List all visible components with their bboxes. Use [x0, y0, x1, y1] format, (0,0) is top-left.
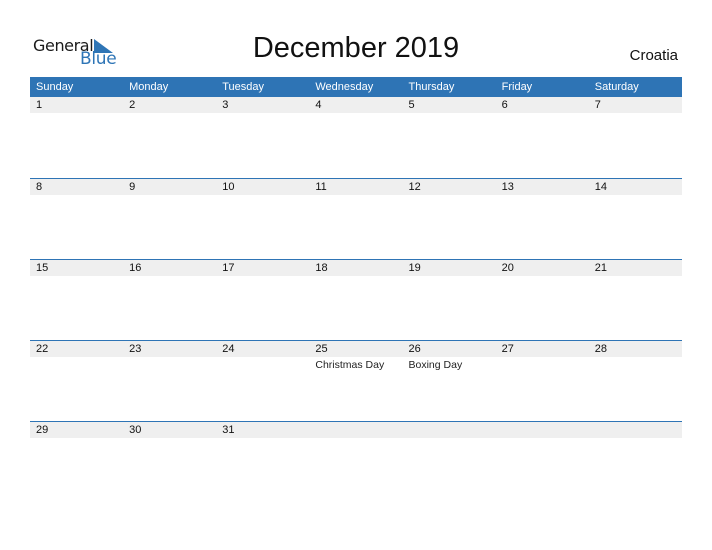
day-cell: 22 [30, 341, 123, 357]
day-number: 8 [36, 181, 43, 193]
day-number: 20 [501, 262, 514, 274]
day-cell: 12 [403, 179, 496, 195]
day-number: 25 [315, 343, 328, 355]
day-number: 16 [129, 262, 142, 274]
day-number: 4 [315, 99, 322, 111]
day-cell: 28 [589, 341, 682, 357]
calendar-grid: Sunday Monday Tuesday Wednesday Thursday… [30, 77, 682, 502]
date-row: 1 2 3 4 5 6 7 [30, 97, 682, 113]
day-cell: 31 [216, 422, 309, 438]
weekday-sunday: Sunday [36, 81, 74, 93]
week-row: 8 9 10 11 12 13 14 [30, 178, 682, 259]
weekday-friday: Friday [501, 81, 533, 93]
day-number: 30 [129, 424, 142, 436]
week-row: 15 16 17 18 19 20 21 [30, 259, 682, 340]
day-number: 18 [315, 262, 328, 274]
day-number: 14 [594, 181, 607, 193]
day-number: 13 [501, 181, 514, 193]
day-cell: 3 [216, 97, 309, 113]
country-label: Croatia [629, 47, 678, 64]
day-number: 24 [222, 343, 235, 355]
day-cell: 30 [123, 422, 216, 438]
date-row: 8 9 10 11 12 13 14 [30, 179, 682, 195]
day-cell: 13 [496, 179, 589, 195]
day-cell: 7 [589, 97, 682, 113]
day-cell: 17 [216, 260, 309, 276]
weekday-header: Sunday Monday Tuesday Wednesday Thursday… [30, 77, 682, 97]
day-cell: 29 [30, 422, 123, 438]
day-number: 29 [36, 424, 49, 436]
week-row: 22 23 24 25 Christmas Day 26 Boxing Day 27 28 [30, 340, 682, 421]
day-cell: 26 Boxing Day [403, 341, 496, 371]
date-row: 22 23 24 25 Christmas Day 26 Boxing Day 27 28 [30, 341, 682, 371]
day-number: 28 [594, 343, 607, 355]
day-cell: 14 [589, 179, 682, 195]
weekday-thursday: Thursday [408, 81, 455, 93]
day-cell: 23 [123, 341, 216, 357]
day-cell [589, 422, 682, 438]
day-cell: 19 [403, 260, 496, 276]
day-number: 2 [129, 99, 136, 111]
day-number: 11 [315, 181, 327, 193]
holiday-label: Boxing Day [408, 359, 463, 371]
day-number: 3 [222, 99, 229, 111]
week-row: 1 2 3 4 5 6 7 [30, 97, 682, 178]
day-number: 5 [408, 99, 415, 111]
day-number: 7 [594, 99, 601, 111]
day-cell: 21 [589, 260, 682, 276]
page-title: December 2019 [252, 32, 460, 64]
day-cell: 8 [30, 179, 123, 195]
day-number: 10 [222, 181, 235, 193]
day-cell: 1 [30, 97, 123, 113]
day-number: 22 [36, 343, 49, 355]
day-cell: 5 [403, 97, 496, 113]
day-cell: 15 [30, 260, 123, 276]
day-cell [496, 422, 589, 438]
day-cell: 11 [309, 179, 402, 195]
weekday-monday: Monday [129, 81, 169, 93]
day-number: 6 [501, 99, 508, 111]
day-cell: 27 [496, 341, 589, 357]
day-cell: 10 [216, 179, 309, 195]
weekday-saturday: Saturday [594, 81, 639, 93]
day-number: 19 [408, 262, 421, 274]
day-cell: 25 Christmas Day [309, 341, 402, 371]
weekday-wednesday: Wednesday [315, 81, 374, 93]
holiday-label: Christmas Day [315, 359, 385, 371]
day-number: 1 [36, 99, 43, 111]
week-row: 29 30 31 [30, 421, 682, 502]
day-cell [309, 422, 402, 438]
day-number: 21 [594, 262, 607, 274]
day-number: 27 [501, 343, 514, 355]
day-number: 31 [222, 424, 235, 436]
day-cell: 4 [309, 97, 402, 113]
day-cell: 2 [123, 97, 216, 113]
date-row: 29 30 31 [30, 422, 682, 438]
day-cell [403, 422, 496, 438]
day-cell: 16 [123, 260, 216, 276]
day-cell: 9 [123, 179, 216, 195]
day-number: 12 [408, 181, 421, 193]
weekday-tuesday: Tuesday [222, 81, 265, 93]
date-row: 15 16 17 18 19 20 21 [30, 260, 682, 276]
day-cell: 24 [216, 341, 309, 357]
day-number: 17 [222, 262, 235, 274]
day-number: 23 [129, 343, 142, 355]
day-cell: 18 [309, 260, 402, 276]
day-number: 9 [129, 181, 136, 193]
day-number: 26 [408, 343, 421, 355]
day-cell: 6 [496, 97, 589, 113]
day-number: 15 [36, 262, 49, 274]
day-cell: 20 [496, 260, 589, 276]
